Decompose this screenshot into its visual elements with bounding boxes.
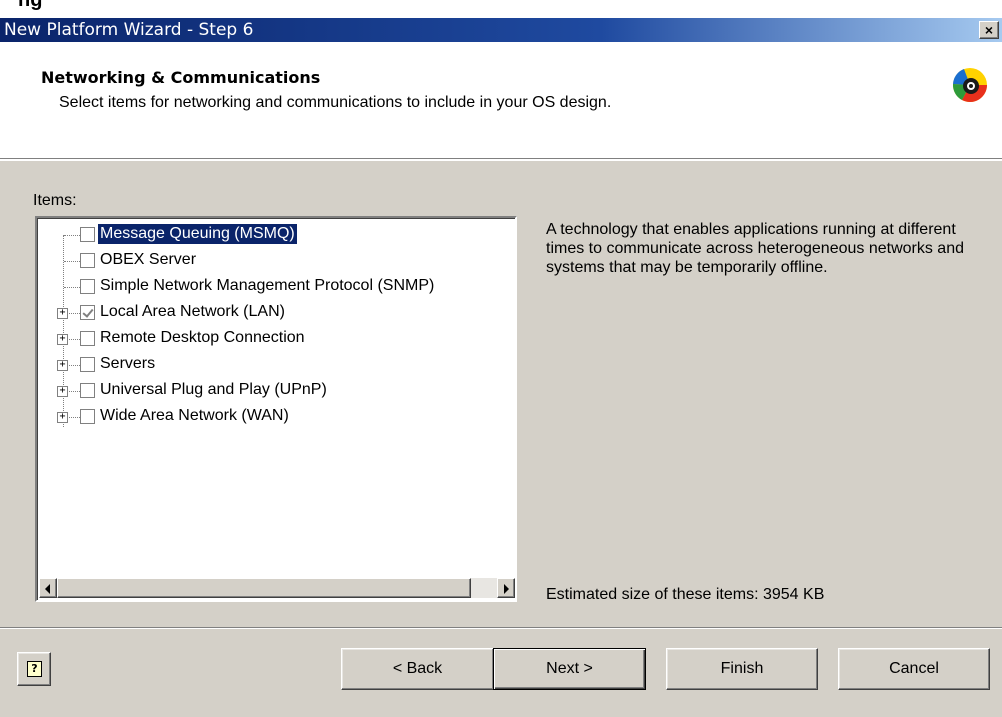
expand-icon[interactable]: +: [57, 308, 68, 319]
scrollbar-thumb[interactable]: [57, 578, 471, 598]
checkbox[interactable]: [80, 227, 95, 242]
estimated-size: Estimated size of these items: 3954 KB: [546, 586, 825, 603]
items-tree[interactable]: Message Queuing (MSMQ) OBEX Server Simpl…: [35, 216, 517, 602]
expand-icon[interactable]: +: [57, 360, 68, 371]
arrow-right-icon: [504, 584, 509, 594]
help-icon: ?: [27, 661, 42, 677]
footer-divider: [0, 627, 1002, 629]
tree-item[interactable]: Simple Network Management Protocol (SNMP…: [37, 275, 515, 299]
page-title: Networking & Communications: [41, 68, 321, 87]
tree-item[interactable]: + Wide Area Network (WAN): [37, 405, 515, 429]
help-button[interactable]: ?: [17, 652, 51, 686]
back-button[interactable]: < Back: [341, 648, 494, 690]
expand-icon[interactable]: +: [57, 412, 68, 423]
items-label: Items:: [33, 192, 77, 209]
tree-item-label[interactable]: Simple Network Management Protocol (SNMP…: [98, 276, 436, 296]
wizard-header: Networking & Communications Select items…: [0, 42, 1002, 158]
tree-item[interactable]: + Local Area Network (LAN): [37, 301, 515, 325]
window-title: New Platform Wizard - Step 6: [4, 20, 254, 40]
checkbox[interactable]: [80, 357, 95, 372]
header-divider: [0, 158, 1002, 160]
tree-item-label[interactable]: Message Queuing (MSMQ): [98, 224, 297, 244]
tree-connector: [64, 261, 80, 262]
tree-item[interactable]: + Servers: [37, 353, 515, 377]
close-icon: ×: [984, 22, 994, 38]
scroll-left-button[interactable]: [39, 578, 57, 598]
tree-item-label[interactable]: Universal Plug and Play (UPnP): [98, 380, 329, 400]
tree-item[interactable]: + Remote Desktop Connection: [37, 327, 515, 351]
next-button[interactable]: Next >: [493, 648, 646, 690]
tree-item[interactable]: Message Queuing (MSMQ): [37, 223, 515, 427]
expand-icon[interactable]: +: [57, 386, 68, 397]
tree-item-label[interactable]: Remote Desktop Connection: [98, 328, 307, 348]
checkbox-checked[interactable]: [80, 305, 95, 320]
background-fragment: ng: [0, 0, 1002, 18]
checkbox[interactable]: [80, 331, 95, 346]
platform-builder-logo-icon: [952, 68, 987, 102]
checkbox[interactable]: [80, 383, 95, 398]
horizontal-scrollbar[interactable]: [39, 578, 515, 598]
tree-item-label[interactable]: Local Area Network (LAN): [98, 302, 287, 322]
tree-item-label[interactable]: Servers: [98, 354, 157, 374]
item-description: A technology that enables applications r…: [546, 221, 964, 276]
tree-connector: [64, 287, 80, 288]
checkbox[interactable]: [80, 253, 95, 268]
tree-item[interactable]: OBEX Server: [37, 249, 515, 273]
arrow-left-icon: [45, 584, 50, 594]
close-button[interactable]: ×: [979, 21, 999, 39]
page-subtitle: Select items for networking and communic…: [59, 94, 612, 111]
expand-icon[interactable]: +: [57, 334, 68, 345]
scroll-right-button[interactable]: [497, 578, 515, 598]
title-bar: New Platform Wizard - Step 6 ×: [0, 18, 1002, 42]
wizard-body: Items: Message Queuing (MSMQ) OBEX Serve…: [0, 161, 1002, 717]
finish-button[interactable]: Finish: [666, 648, 818, 690]
cancel-button[interactable]: Cancel: [838, 648, 990, 690]
checkbox[interactable]: [80, 409, 95, 424]
tree-item-label[interactable]: OBEX Server: [98, 250, 198, 270]
tree-connector: [64, 235, 80, 236]
tree-item-label[interactable]: Wide Area Network (WAN): [98, 406, 291, 426]
checkbox[interactable]: [80, 279, 95, 294]
tree-item[interactable]: + Universal Plug and Play (UPnP): [37, 379, 515, 403]
